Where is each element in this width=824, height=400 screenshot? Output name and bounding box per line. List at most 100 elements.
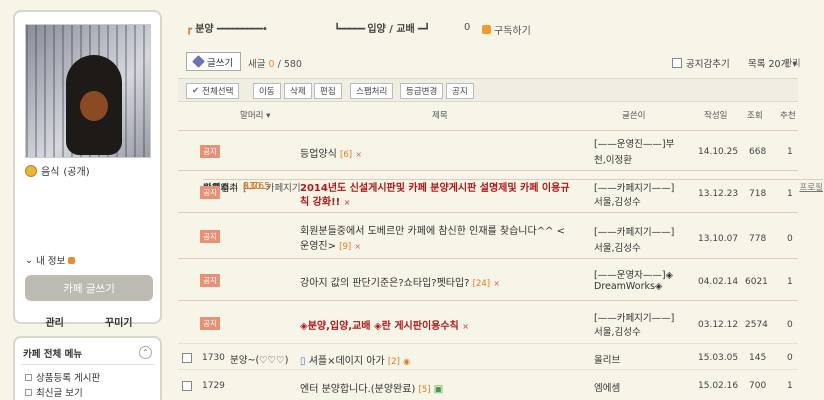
row-title-cont[interactable]: 칙 강화!! × xyxy=(300,193,350,208)
new-icon: × xyxy=(354,242,362,251)
table-row: 공지 등업양식 [6] × [——운영진——]부 천,이정환 14.10.25 … xyxy=(178,130,798,170)
my-info-toggle[interactable]: ⌄ 내 정보 xyxy=(25,253,76,267)
cafe-write-button[interactable]: 카페 글쓰기 xyxy=(25,275,153,301)
notice-badge: 공지 xyxy=(200,274,220,287)
notice-badge: 공지 xyxy=(200,145,220,158)
table-row: 공지 ◈분양,입양,교배 ◈란 게시판이용수칙 × [——카페지기——] 서울,… xyxy=(178,300,798,343)
row-number: 1729 xyxy=(202,381,225,391)
row-likes: 1 xyxy=(787,189,793,199)
row-views: 2574 xyxy=(745,320,768,330)
write-label: 글쓰기 xyxy=(207,57,234,69)
total-count: / 580 xyxy=(277,59,302,70)
spam-button[interactable]: 스팸처리 xyxy=(350,83,394,99)
row-title[interactable]: 2014년도 신설게시판및 카페 분양게시판 설명제및 카페 이용규 xyxy=(300,179,570,194)
select-all-button[interactable]: ✔ 전체선택 xyxy=(186,83,240,99)
table-row: 공지 회원분들중에서 도베르만 카페에 참신한 인재를 찾습니다^^ < 운영진… xyxy=(178,212,798,258)
table-header: 말머리 ▾ 제목 글쓴이 작성일 조회 추천 xyxy=(178,104,798,124)
manage-button[interactable]: 관리 xyxy=(45,314,63,329)
hide-notice-label: 공지감추기 xyxy=(686,59,730,70)
tab-breeding[interactable]: ┗━━━━━ 입양 / 교배 ━┛ xyxy=(334,20,430,35)
menu-item-product[interactable]: 상품등록 게시판 xyxy=(25,370,100,384)
cafe-avatar-image[interactable] xyxy=(25,24,151,158)
decorate-button[interactable]: 꾸미기 xyxy=(105,314,133,329)
nickname[interactable]: 음식 xyxy=(41,163,59,178)
notice-button[interactable]: 공지 xyxy=(446,83,474,99)
tab-label: 입양 / 교배 xyxy=(367,24,415,35)
check-icon: ✔ xyxy=(192,86,200,96)
author[interactable]: [——카페지기——] xyxy=(594,224,674,238)
author[interactable]: [——카페지기——] xyxy=(594,310,674,324)
author[interactable]: [——카페지기——] xyxy=(594,180,674,194)
row-title[interactable]: 등업양식 [6] × xyxy=(300,145,362,160)
column-author: 글쓴이 xyxy=(622,111,646,121)
table-row: 1729 엔터 분양합니다.(분양완료) [5] ▣ 엠에셈 15.02.16 … xyxy=(178,369,798,400)
column-head-prefix[interactable]: 말머리 ▾ xyxy=(240,109,270,121)
row-likes: 0 xyxy=(787,320,793,330)
nickname-row: 음식 (공개) xyxy=(25,163,90,178)
author[interactable]: 올리브 xyxy=(594,352,620,366)
comment-count[interactable]: [2] xyxy=(388,357,400,367)
new-icon: ◉ xyxy=(403,357,411,366)
title-text: 강아지 값의 판단기준은?쇼타입?펫타입? xyxy=(300,278,470,289)
author-sub: DreamWorks◈ xyxy=(594,281,663,292)
row-title-cont[interactable]: 운영진> [9] × xyxy=(300,237,361,252)
row-checkbox[interactable] xyxy=(182,381,192,391)
row-views: 718 xyxy=(749,189,767,199)
menu-item-latest[interactable]: 최신글 보기 xyxy=(25,385,83,399)
divider xyxy=(21,364,154,365)
article-count: 새글 0 / 580 xyxy=(248,56,302,70)
notice-badge: 공지 xyxy=(200,317,220,330)
pencil-icon xyxy=(192,55,205,68)
menu-title[interactable]: 카페 전체 메뉴 xyxy=(23,346,82,360)
grade-change-button[interactable]: 등급변경 xyxy=(400,83,444,99)
title-text: 등업양식 xyxy=(300,149,337,160)
phone-icon: ▯ xyxy=(300,356,306,367)
title-text: 칙 강화!! xyxy=(300,197,341,208)
row-checkbox[interactable] xyxy=(182,353,192,363)
profile-link[interactable]: 프로필 xyxy=(800,181,823,193)
row-title[interactable]: 회원분들중에서 도베르만 카페에 참신한 인재를 찾습니다^^ < xyxy=(300,222,565,237)
rss-icon xyxy=(482,25,491,34)
author[interactable]: 엠에셈 xyxy=(594,380,620,394)
hide-notice-checkbox[interactable] xyxy=(672,58,682,68)
column-date: 작성일 xyxy=(704,111,728,121)
write-button[interactable]: 글쓰기 xyxy=(186,52,242,71)
author[interactable]: [——운영자——]◈ xyxy=(594,267,673,281)
author[interactable]: [——운영진——]부 xyxy=(594,136,674,150)
tab-line: ━━━━━━━━━• xyxy=(216,24,268,35)
comment-count[interactable]: [6] xyxy=(340,150,352,160)
comment-count[interactable]: [9] xyxy=(339,242,351,252)
menu-item-label: 상품등록 게시판 xyxy=(36,373,101,384)
delete-button[interactable]: 삭제 xyxy=(284,83,312,99)
hide-notice-toggle[interactable]: 공지감추기 xyxy=(672,56,730,70)
row-date: 15.03.05 xyxy=(698,353,739,363)
comment-count[interactable]: [5] xyxy=(419,385,431,395)
new-label: 새글 xyxy=(248,59,266,70)
row-number: 1730 xyxy=(202,353,225,363)
subscribe-link[interactable]: 구독하기 xyxy=(482,22,531,37)
chevron-down-icon: ⌄ xyxy=(25,254,33,266)
row-title[interactable]: ▯ 셔플×데이지 아가 [2] ◉ xyxy=(300,352,410,367)
row-views: 668 xyxy=(749,147,767,157)
new-icon: × xyxy=(355,150,362,159)
nickname-tag: (공개) xyxy=(63,167,90,178)
row-title[interactable]: 엔터 분양합니다.(분양완료) [5] ▣ xyxy=(300,380,443,395)
author-sub: 서울,김성수 xyxy=(594,327,641,338)
manage-link[interactable]: 관리 xyxy=(784,56,801,69)
profile-buttons: 관리 꾸미기 xyxy=(25,314,153,329)
menu-item-label: 최신글 보기 xyxy=(36,388,83,399)
row-views: 145 xyxy=(749,353,767,363)
row-prefix: 분양~(♡♡♡) xyxy=(230,355,289,366)
row-likes: 0 xyxy=(787,234,793,244)
tab-adoption[interactable]: ┏ 분양 ━━━━━━━━━• xyxy=(186,20,268,35)
doberman-image xyxy=(66,55,122,155)
move-button[interactable]: 이동 xyxy=(253,83,281,99)
edit-button[interactable]: 편집 xyxy=(314,83,342,99)
subscribe-label: 구독하기 xyxy=(494,26,531,37)
comment-count[interactable]: [24] xyxy=(473,279,490,289)
row-title[interactable]: ◈분양,입양,교배 ◈란 게시판이용수칙 × xyxy=(300,317,469,332)
collapse-icon[interactable]: ⌃ xyxy=(139,346,152,359)
tab-count: 0 xyxy=(464,22,471,33)
row-date: 04.02.14 xyxy=(698,277,739,287)
row-title[interactable]: 강아지 값의 판단기준은?쇼타입?펫타입? [24] × xyxy=(300,274,500,289)
